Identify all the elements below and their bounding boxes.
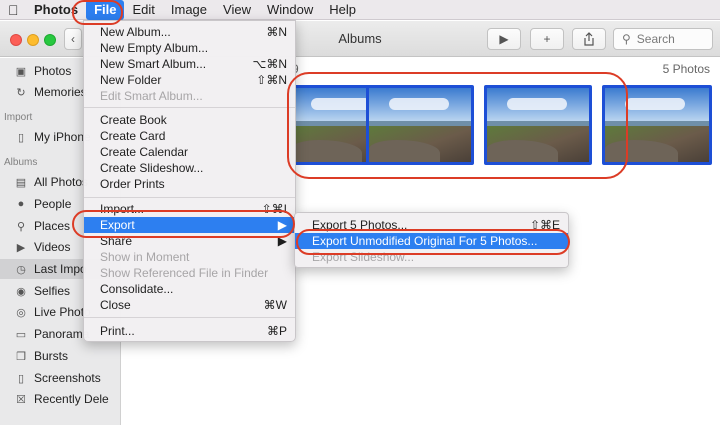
menu-item-create-slideshow[interactable]: Create Slideshow... (84, 160, 295, 176)
search-input[interactable]: ⚲ Search (613, 28, 713, 50)
menu-item-create-card[interactable]: Create Card (84, 128, 295, 144)
submenu-arrow-icon: ▶ (277, 234, 287, 248)
search-icon: ⚲ (622, 32, 631, 46)
menu-item-new-folder[interactable]: New Folder ⇧⌘N (84, 72, 295, 88)
screenshot-icon: ▯ (17, 372, 25, 385)
live-icon: ◎ (16, 306, 26, 319)
submenu-arrow-icon: ▶ (277, 218, 287, 232)
window-title: Albums (338, 31, 382, 46)
sidebar-item-label: Videos (34, 240, 71, 254)
menu-bar:  Photos File Edit Image View Window Hel… (0, 0, 720, 20)
search-placeholder: Search (636, 32, 675, 46)
menu-item-export[interactable]: Export ▶ (84, 217, 295, 233)
sidebar-item-recently-deleted[interactable]: ☒ Recently Dele (0, 389, 121, 409)
menu-separator (84, 197, 295, 198)
submenu-item-export-photos[interactable]: Export 5 Photos... ⇧⌘E (295, 217, 568, 233)
add-button[interactable]: + (530, 28, 564, 50)
photo-thumbnail[interactable] (366, 85, 474, 165)
sidebar-item-label: Selfies (34, 284, 71, 298)
menu-item-edit-smart-album: Edit Smart Album... (100, 89, 203, 103)
sidebar-item-label: Recently Dele (34, 392, 109, 406)
sidebar-item-label: Photos (34, 64, 72, 78)
menu-image[interactable]: Image (163, 0, 215, 20)
sidebar-item-label: Panorama (34, 327, 90, 341)
bursts-icon: ❒ (16, 350, 26, 363)
menu-view[interactable]: View (215, 0, 259, 20)
menu-item-show-referenced-file: Show Referenced File in Finder (100, 266, 269, 280)
menu-item-new-empty-album[interactable]: New Empty Album... (84, 40, 295, 56)
menu-file[interactable]: File (86, 0, 125, 20)
sidebar-item-bursts[interactable]: ❒ Bursts (0, 346, 121, 366)
sidebar-item-screenshots[interactable]: ▯ Screenshots (0, 368, 121, 388)
menu-item-create-book[interactable]: Create Book (84, 112, 295, 128)
video-icon: ▶ (16, 241, 26, 254)
photo-thumbnail[interactable] (484, 85, 592, 165)
sidebar-item-label: Places (34, 219, 71, 233)
app-menu[interactable]: Photos (30, 0, 86, 20)
share-button[interactable] (572, 28, 606, 50)
slideshow-button[interactable]: ▶ (487, 28, 521, 50)
sidebar-item-label: Bursts (34, 349, 69, 363)
sidebar-item-label: Screenshots (34, 371, 101, 385)
menu-item-close[interactable]: Close ⌘W (84, 297, 295, 313)
menu-edit[interactable]: Edit (124, 0, 162, 20)
photo-count: 5 Photos (662, 62, 710, 76)
clock-icon: ◷ (16, 263, 26, 276)
submenu-item-export-slideshow: Export Slideshow... (312, 250, 415, 264)
sidebar-item-label: People (34, 197, 72, 211)
minimize-window-button[interactable] (27, 34, 39, 46)
close-window-button[interactable] (10, 34, 22, 46)
back-button[interactable]: ‹ (64, 28, 82, 50)
menu-separator (84, 317, 295, 318)
sidebar-item-label: Memories (34, 85, 87, 99)
menu-item-print[interactable]: Print... ⌘P (84, 323, 295, 339)
play-icon: ▶ (499, 32, 509, 46)
menu-help[interactable]: Help (321, 0, 364, 20)
share-icon (584, 32, 594, 46)
menu-separator (84, 107, 295, 108)
menu-item-share[interactable]: Share ▶ (84, 233, 295, 249)
export-submenu: Export 5 Photos... ⇧⌘E Export Unmodified … (294, 212, 569, 268)
sidebar-item-label: Last Impo (34, 262, 87, 276)
memories-icon: ↻ (16, 86, 26, 99)
menu-item-show-in-moment: Show in Moment (100, 250, 190, 264)
menu-item-import[interactable]: Import... ⇧⌘I (84, 201, 295, 217)
camera-icon: ◉ (16, 285, 26, 298)
menu-item-order-prints[interactable]: Order Prints (84, 176, 295, 192)
panorama-icon: ▭ (15, 328, 27, 341)
menu-item-consolidate[interactable]: Consolidate... (84, 281, 295, 297)
iphone-icon: ▯ (17, 131, 25, 144)
file-menu-dropdown: New Album... ⌘N New Empty Album... New Sm… (83, 20, 296, 342)
photo-thumbnail[interactable] (602, 85, 712, 165)
apple-icon[interactable]:  (8, 0, 30, 20)
sidebar-header-albums: Albums (4, 157, 38, 168)
pin-icon: ⚲ (16, 220, 26, 233)
photos-icon: ▣ (15, 65, 27, 78)
submenu-item-export-unmodified-original[interactable]: Export Unmodified Original For 5 Photos.… (295, 233, 568, 249)
menu-item-new-album[interactable]: New Album... ⌘N (84, 24, 295, 40)
menu-window[interactable]: Window (259, 0, 321, 20)
sidebar-header-import: Import (4, 112, 33, 123)
menu-item-create-calendar[interactable]: Create Calendar (84, 144, 295, 160)
person-icon: ● (17, 198, 25, 210)
plus-icon: + (543, 32, 551, 46)
sidebar-item-label: All Photos (34, 175, 89, 189)
menu-item-new-smart-album[interactable]: New Smart Album... ⌥⌘N (84, 56, 295, 72)
zoom-window-button[interactable] (44, 34, 56, 46)
album-icon: ▤ (15, 176, 27, 189)
trash-icon: ☒ (16, 393, 26, 406)
